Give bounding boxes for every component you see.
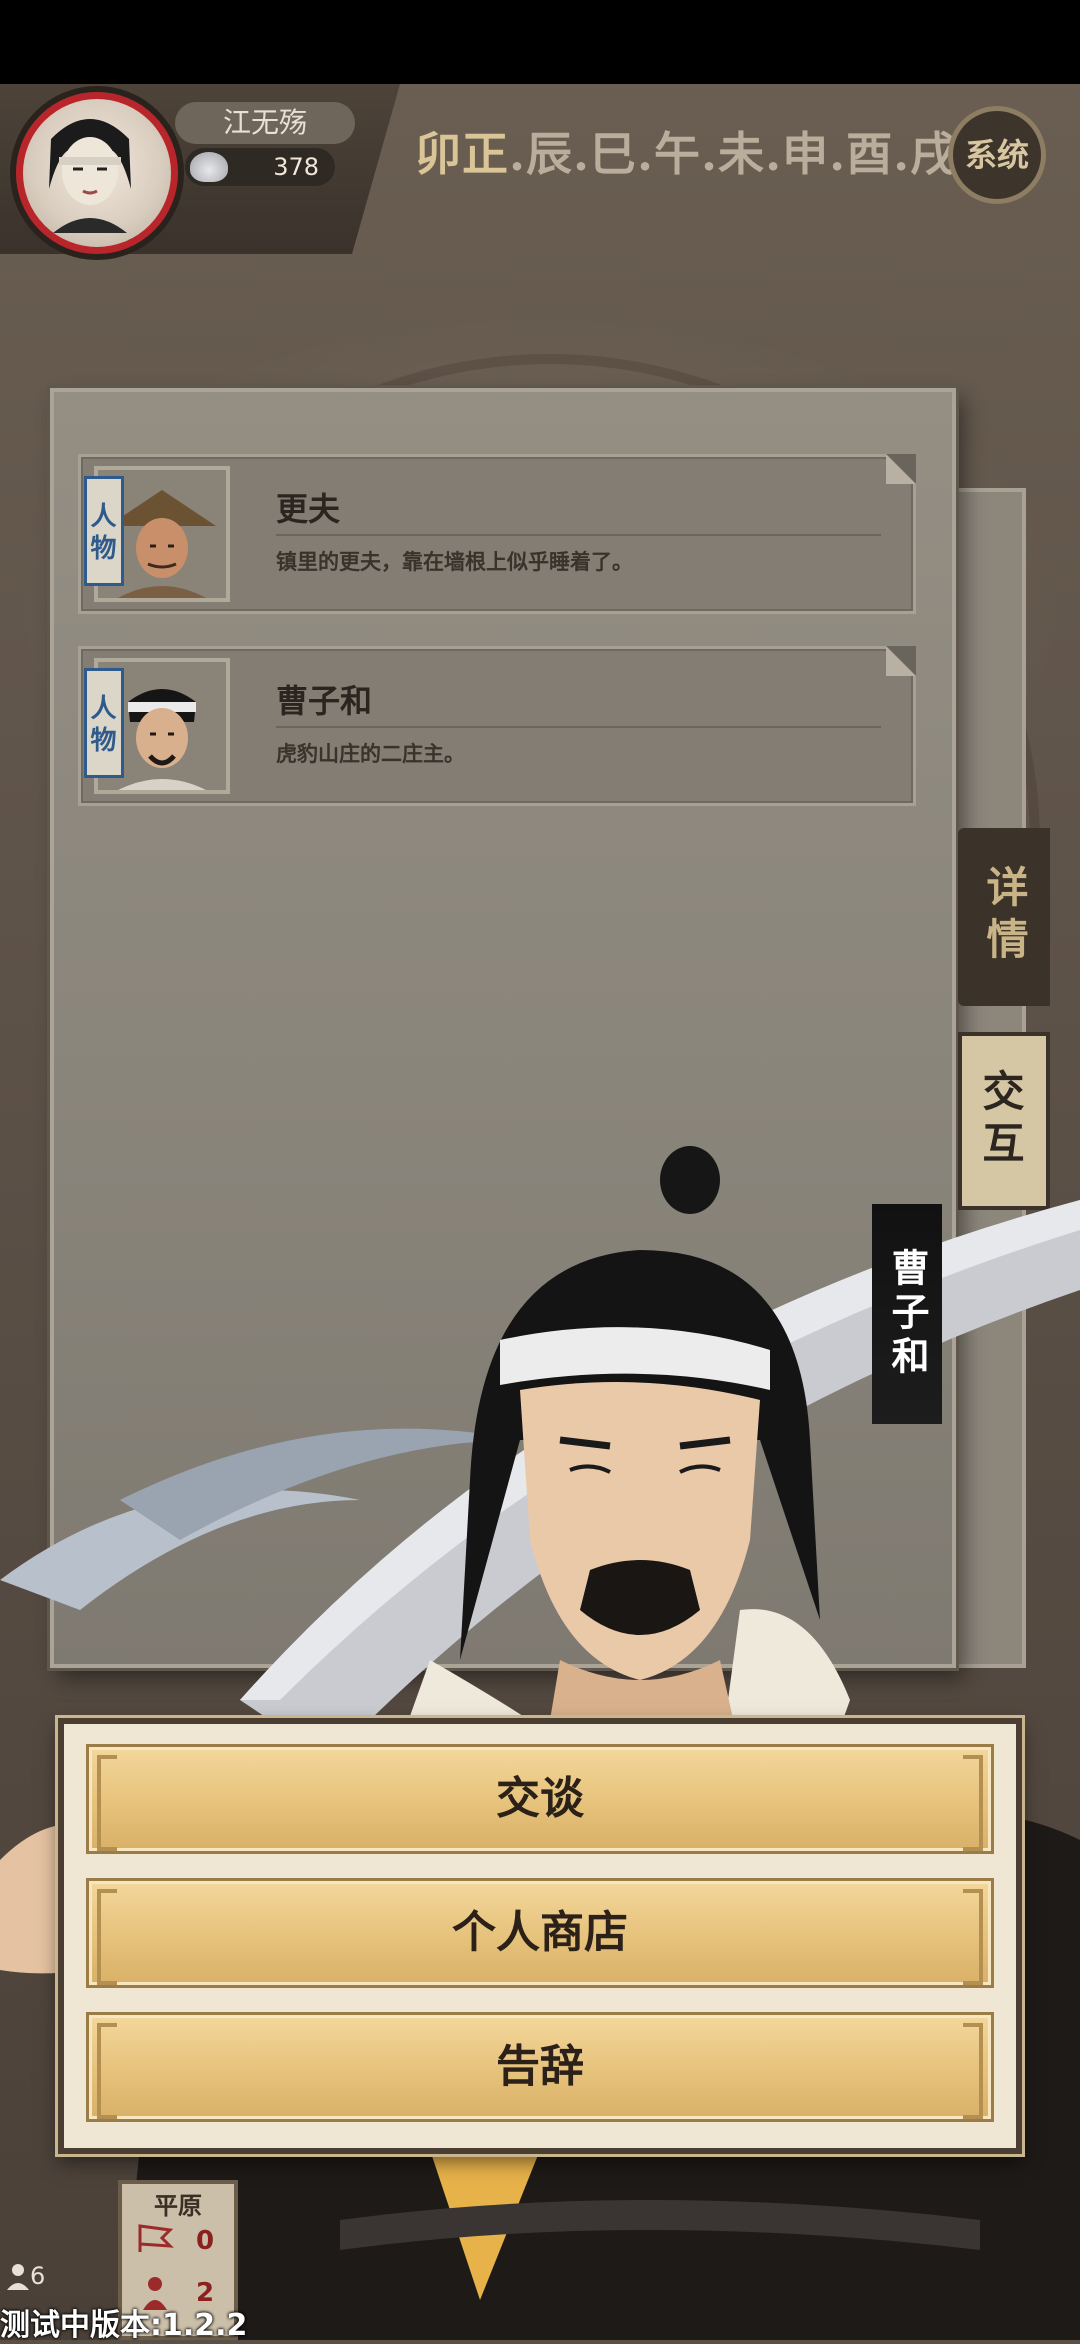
npc-description: 镇里的更夫，靠在墙根上似乎睡着了。 bbox=[276, 550, 633, 574]
card-fold-corner bbox=[886, 454, 916, 484]
npc-divider bbox=[276, 534, 881, 536]
time-segment: .申 bbox=[765, 127, 830, 181]
talk-button[interactable]: 交谈 bbox=[86, 1744, 994, 1854]
system-button[interactable]: 系统 bbox=[948, 106, 1046, 204]
card-fold-corner bbox=[886, 646, 916, 676]
version-label: 测试中版本:1.2.2 bbox=[0, 2308, 248, 2343]
npc-description: 虎豹山庄的二庄主。 bbox=[276, 742, 465, 766]
npc-tag: 人物 bbox=[84, 668, 124, 778]
time-segment: .未 bbox=[701, 127, 766, 181]
player-avatar[interactable] bbox=[16, 92, 178, 254]
time-segment-current: 卯正 bbox=[415, 127, 509, 181]
npc-divider bbox=[276, 726, 881, 728]
time-segment: .午 bbox=[637, 127, 702, 181]
silver-ingot-icon bbox=[190, 152, 228, 182]
leave-button[interactable]: 告辞 bbox=[86, 2012, 994, 2122]
personal-shop-button[interactable]: 个人商店 bbox=[86, 1878, 994, 1988]
player-name: 江无殇 bbox=[175, 102, 355, 144]
mini-map-name: 平原 bbox=[154, 2192, 202, 2220]
player-portrait-icon bbox=[49, 119, 131, 233]
people-count: 6 bbox=[30, 2262, 46, 2290]
npc-name: 曹子和 bbox=[276, 682, 373, 720]
time-segment: .酉 bbox=[829, 127, 894, 181]
time-of-day-bar: 卯正.辰.巳.午.未.申.酉.戌 bbox=[415, 118, 957, 182]
time-segment: .辰 bbox=[509, 127, 574, 181]
status-bar bbox=[0, 0, 1080, 84]
time-segment: .巳 bbox=[573, 127, 638, 181]
npc-name: 更夫 bbox=[276, 490, 341, 528]
people-icon bbox=[7, 2264, 29, 2290]
character-name-banner: 曹子和 bbox=[872, 1204, 942, 1424]
flag-icon bbox=[138, 2224, 174, 2252]
npc-tag: 人物 bbox=[84, 476, 124, 586]
mini-count-a: 0 bbox=[196, 2226, 215, 2256]
tab-detail[interactable]: 详情 bbox=[958, 828, 1050, 1006]
